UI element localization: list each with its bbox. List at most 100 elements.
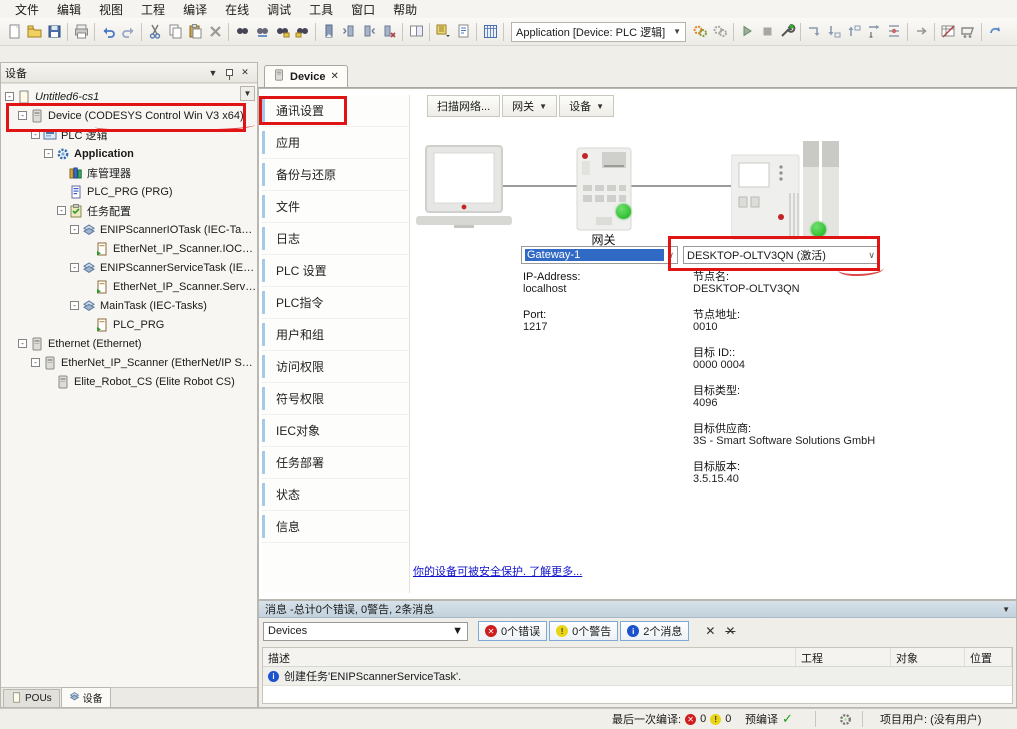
tools-icon[interactable] — [777, 22, 797, 42]
tree-dropdown-icon[interactable]: ▼ — [240, 86, 255, 101]
clear-message-icon[interactable]: ✕ — [701, 622, 719, 640]
editor-menu-item[interactable]: 备份与还原 — [262, 159, 409, 191]
collapse-icon[interactable]: - — [31, 130, 40, 139]
editor-menu-item[interactable]: 访问权限 — [262, 351, 409, 383]
editor-menu-item[interactable]: 状态 — [262, 479, 409, 511]
menu-item[interactable]: 编译 — [174, 0, 216, 19]
menu-item[interactable]: 视图 — [90, 0, 132, 19]
find-prev-icon[interactable] — [292, 22, 312, 42]
open-folder-icon[interactable] — [24, 22, 44, 42]
panel-tab-pous[interactable]: POUs — [3, 689, 60, 707]
menu-item[interactable]: 工具 — [300, 0, 342, 19]
device-select[interactable]: DESKTOP-OLTV3QN (激活) ∨ — [683, 246, 879, 264]
editor-menu-item[interactable]: PLC 设置 — [262, 255, 409, 287]
collapse-icon[interactable]: - — [70, 225, 79, 234]
warnings-filter-button[interactable]: ! 0个警告 — [549, 621, 618, 641]
display-mode-icon[interactable] — [938, 22, 958, 42]
menu-item[interactable]: 工程 — [132, 0, 174, 19]
tree-item[interactable]: -Device (CODESYS Control Win V3 x64) — [1, 106, 257, 125]
editor-menu-item[interactable]: 符号权限 — [262, 383, 409, 415]
tree-item[interactable]: 库管理器 — [1, 163, 257, 182]
undo-icon[interactable] — [98, 22, 118, 42]
paste-icon[interactable] — [185, 22, 205, 42]
tree-item[interactable]: -MainTask (IEC-Tasks) — [1, 296, 257, 315]
close-panel-icon[interactable]: ✕ — [237, 66, 253, 80]
menu-item[interactable]: 编辑 — [48, 0, 90, 19]
scan-network-button[interactable]: 扫描网络... — [427, 95, 500, 117]
editor-menu-item[interactable]: 用户和组 — [262, 319, 409, 351]
clear-bookmarks-icon[interactable] — [379, 22, 399, 42]
tree-item[interactable]: PLC_PRG — [1, 315, 257, 334]
collapse-icon[interactable]: - — [18, 339, 27, 348]
editor-menu-item[interactable]: 应用 — [262, 127, 409, 159]
pin-icon[interactable] — [221, 66, 237, 80]
bookmark-icon[interactable] — [319, 22, 339, 42]
step-over-icon[interactable] — [804, 22, 824, 42]
collapse-icon[interactable]: - — [18, 111, 27, 120]
collapse-icon[interactable]: - — [57, 206, 66, 215]
compare-icon[interactable] — [406, 22, 426, 42]
menu-item[interactable]: 文件 — [6, 0, 48, 19]
find-icon[interactable] — [232, 22, 252, 42]
errors-filter-button[interactable]: ✕ 0个错误 — [478, 621, 547, 641]
collapse-icon[interactable]: - — [70, 263, 79, 272]
step-into-icon[interactable] — [824, 22, 844, 42]
delete-icon[interactable] — [205, 22, 225, 42]
watch-icon[interactable] — [958, 22, 978, 42]
copy-icon[interactable] — [165, 22, 185, 42]
cut-icon[interactable] — [145, 22, 165, 42]
editor-menu-item[interactable]: 通讯设置 — [262, 95, 409, 127]
message-row[interactable]: i创建任务'ENIPScannerServiceTask'. — [263, 667, 1012, 686]
editor-menu-item[interactable]: 任务部署 — [262, 447, 409, 479]
tree-item[interactable]: -ENIPScannerIOTask (IEC-Tasks) — [1, 220, 257, 239]
tree-item[interactable]: -任务配置 — [1, 201, 257, 220]
panel-tab-devices[interactable]: 设备 — [61, 687, 111, 707]
panel-menu-icon[interactable]: ▼ — [205, 66, 221, 80]
menu-item[interactable]: 窗口 — [342, 0, 384, 19]
message-column-header[interactable]: 工程 — [796, 648, 891, 666]
tree-item[interactable]: -PLC 逻辑 — [1, 125, 257, 144]
stop-icon[interactable] — [757, 22, 777, 42]
build-dropdown-icon[interactable] — [433, 22, 453, 42]
generate-code-icon[interactable] — [453, 22, 473, 42]
tree-item[interactable]: EtherNet_IP_Scanner.ServiceCycle — [1, 277, 257, 296]
collapse-icon[interactable]: - — [31, 358, 40, 367]
collapse-icon[interactable]: - — [5, 92, 14, 101]
menu-item[interactable]: 在线 — [216, 0, 258, 19]
close-tab-icon[interactable]: ✕ — [330, 71, 338, 82]
breakpoint-icon[interactable] — [911, 22, 931, 42]
tree-item[interactable]: PLC_PRG (PRG) — [1, 182, 257, 201]
editor-menu-item[interactable]: 信息 — [262, 511, 409, 543]
editor-menu-item[interactable]: 文件 — [262, 191, 409, 223]
menu-item[interactable]: 调试 — [258, 0, 300, 19]
tree-item[interactable]: -Ethernet (Ethernet) — [1, 334, 257, 353]
replace-icon[interactable] — [252, 22, 272, 42]
editor-menu-item[interactable]: IEC对象 — [262, 415, 409, 447]
flow-control-icon[interactable] — [884, 22, 904, 42]
message-category-combo[interactable]: Devices ▼ — [263, 622, 468, 641]
new-file-icon[interactable] — [4, 22, 24, 42]
save-icon[interactable] — [44, 22, 64, 42]
tree-item[interactable]: -Application — [1, 144, 257, 163]
clear-all-messages-icon[interactable]: ✕ — [721, 622, 739, 640]
message-column-header[interactable]: 位置 — [965, 648, 1012, 666]
message-column-header[interactable]: 描述 — [263, 648, 796, 666]
prev-bookmark-icon[interactable] — [339, 22, 359, 42]
menu-item[interactable]: 帮助 — [384, 0, 426, 19]
step-out-icon[interactable] — [844, 22, 864, 42]
collapse-icon[interactable]: - — [70, 301, 79, 310]
collapse-icon[interactable]: - — [44, 149, 53, 158]
find-next-icon[interactable] — [272, 22, 292, 42]
next-bookmark-icon[interactable] — [359, 22, 379, 42]
tree-item[interactable]: -Untitled6-cs1 — [1, 87, 257, 106]
run-to-cursor-icon[interactable] — [864, 22, 884, 42]
refresh-icon[interactable] — [985, 22, 1005, 42]
tree-item[interactable]: EtherNet_IP_Scanner.IOCycle — [1, 239, 257, 258]
batch-icon[interactable] — [480, 22, 500, 42]
editor-menu-item[interactable]: PLC指令 — [262, 287, 409, 319]
login-icon[interactable] — [690, 22, 710, 42]
logout-icon[interactable] — [710, 22, 730, 42]
active-application-combo[interactable]: Application [Device: PLC 逻辑] ▼ — [511, 22, 686, 42]
redo-icon[interactable] — [118, 22, 138, 42]
device-menu-button[interactable]: 设备 ▼ — [559, 95, 614, 117]
